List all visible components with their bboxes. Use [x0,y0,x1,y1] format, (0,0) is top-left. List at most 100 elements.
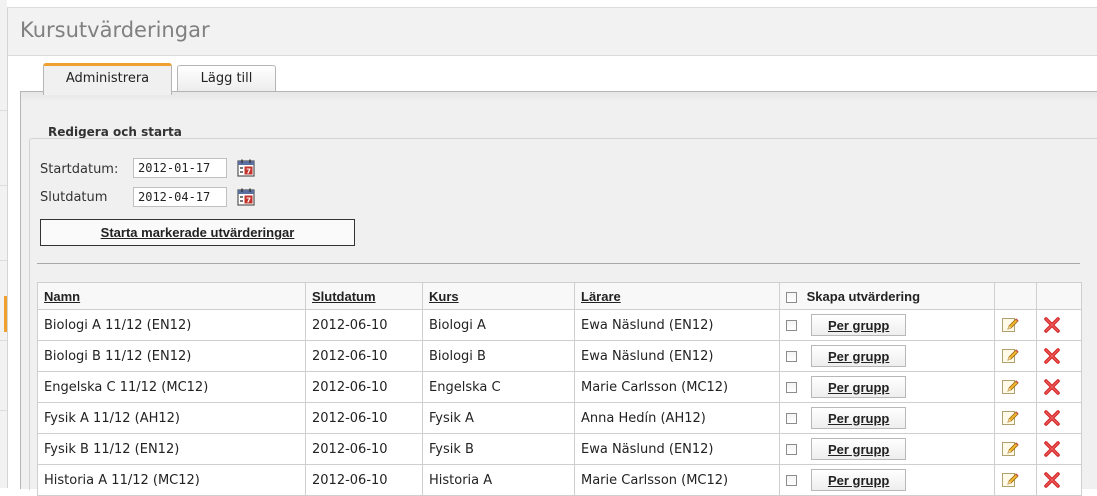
header-edit [994,282,1037,310]
cell-name: Fysik B 11/12 (EN12) [37,433,306,465]
cell-edit [994,340,1037,372]
header-name[interactable]: Namn [37,282,306,310]
evaluations-table: Namn Slutdatum Kurs Lärare Skapa utvärde… [37,282,1082,496]
cell-enddate: 2012-06-10 [305,464,423,496]
calendar-icon[interactable]: 7 [236,187,256,207]
strip-active-marker [4,296,7,332]
table-row: Fysik A 11/12 (AH12) 2012-06-10 Fysik A … [37,402,1082,434]
cell-course: Historia A [422,464,575,496]
strip-divider [0,340,7,341]
header-delete [1036,282,1082,310]
cell-edit [994,402,1037,434]
end-date-input[interactable] [133,187,227,207]
per-group-button[interactable]: Per grupp [811,376,907,398]
cell-delete [1036,340,1082,372]
section-title: Redigera och starta [48,125,182,139]
panel-top-band [21,92,1097,102]
header-teacher[interactable]: Lärare [574,282,780,310]
cell-course: Engelska C [422,371,575,403]
cell-enddate: 2012-06-10 [305,340,423,372]
row-checkbox[interactable] [786,474,797,486]
red-x-delete-icon[interactable] [1043,471,1061,489]
pencil-edit-icon[interactable] [1001,378,1019,396]
cell-delete [1036,402,1082,434]
section-divider [37,263,1080,264]
cell-enddate: 2012-06-10 [305,371,423,403]
header-enddate[interactable]: Slutdatum [305,282,423,310]
cell-create: Per grupp [779,371,995,403]
red-x-delete-icon[interactable] [1043,378,1061,396]
pencil-edit-icon[interactable] [1001,347,1019,365]
cell-edit [994,433,1037,465]
pencil-edit-icon[interactable] [1001,440,1019,458]
start-selected-evaluations-button[interactable]: Starta markerade utvärderingar [40,219,355,246]
tab-administrera[interactable]: Administrera [43,63,172,95]
cell-teacher: Marie Carlsson (MC12) [574,371,780,403]
cell-create: Per grupp [779,340,995,372]
table-header-row: Namn Slutdatum Kurs Lärare Skapa utvärde… [37,282,1082,310]
per-group-button[interactable]: Per grupp [811,407,907,429]
cell-delete [1036,371,1082,403]
cell-delete [1036,433,1082,465]
top-border [7,0,1097,8]
cell-edit [994,464,1037,496]
per-group-button[interactable]: Per grupp [811,438,907,460]
header-course[interactable]: Kurs [422,282,575,310]
header-create-label: Skapa utvärdering [806,288,921,304]
table-row: Fysik B 11/12 (EN12) 2012-06-10 Fysik B … [37,433,1082,465]
svg-text:7: 7 [246,197,251,205]
row-checkbox[interactable] [786,319,797,331]
cell-course: Fysik B [422,433,575,465]
pencil-edit-icon[interactable] [1001,316,1019,334]
cell-delete [1036,309,1082,341]
cell-create: Per grupp [779,402,995,434]
cell-name: Engelska C 11/12 (MC12) [37,371,306,403]
cell-name: Biologi A 11/12 (EN12) [37,309,306,341]
row-checkbox[interactable] [786,381,797,393]
left-side-strip [0,0,8,488]
table-row: Engelska C 11/12 (MC12) 2012-06-10 Engel… [37,371,1082,403]
cell-name: Biologi B 11/12 (EN12) [37,340,306,372]
cell-teacher: Ewa Näslund (EN12) [574,340,780,372]
red-x-delete-icon[interactable] [1043,440,1061,458]
table-row: Biologi B 11/12 (EN12) 2012-06-10 Biolog… [37,340,1082,372]
start-date-label: Startdatum: [40,162,119,177]
start-date-input[interactable] [133,158,227,178]
cell-name: Historia A 11/12 (MC12) [37,464,306,496]
row-checkbox[interactable] [786,412,797,424]
red-x-delete-icon[interactable] [1043,316,1061,334]
page-title: Kursutvärderingar [20,18,210,42]
tab-lagg-till[interactable]: Lägg till [177,65,276,92]
pencil-edit-icon[interactable] [1001,471,1019,489]
pencil-edit-icon[interactable] [1001,409,1019,427]
cell-create: Per grupp [779,433,995,465]
cell-edit [994,371,1037,403]
table-row: Historia A 11/12 (MC12) 2012-06-10 Histo… [37,464,1082,496]
title-bar: Kursutvärderingar [8,8,1097,56]
cell-teacher: Anna Hedín (AH12) [574,402,780,434]
strip-divider [0,185,7,186]
cell-teacher: Ewa Näslund (EN12) [574,309,780,341]
cell-create: Per grupp [779,309,995,341]
table-row: Biologi A 11/12 (EN12) 2012-06-10 Biolog… [37,309,1082,341]
red-x-delete-icon[interactable] [1043,347,1061,365]
strip-divider [0,410,7,411]
per-group-button[interactable]: Per grupp [811,314,907,336]
cell-edit [994,309,1037,341]
cell-teacher: Marie Carlsson (MC12) [574,464,780,496]
cell-course: Biologi B [422,340,575,372]
cell-name: Fysik A 11/12 (AH12) [37,402,306,434]
svg-text:7: 7 [246,168,251,176]
red-x-delete-icon[interactable] [1043,409,1061,427]
cell-enddate: 2012-06-10 [305,402,423,434]
per-group-button[interactable]: Per grupp [811,345,907,367]
row-checkbox[interactable] [786,443,797,455]
tab-panel: Redigera och starta Startdatum: 7 Slutda… [20,91,1097,496]
strip-divider [0,110,7,111]
calendar-icon[interactable]: 7 [236,158,256,178]
cell-create: Per grupp [779,464,995,496]
cell-delete [1036,464,1082,496]
select-all-checkbox[interactable] [786,291,797,303]
row-checkbox[interactable] [786,350,797,362]
header-create-evaluation: Skapa utvärdering [779,282,995,310]
